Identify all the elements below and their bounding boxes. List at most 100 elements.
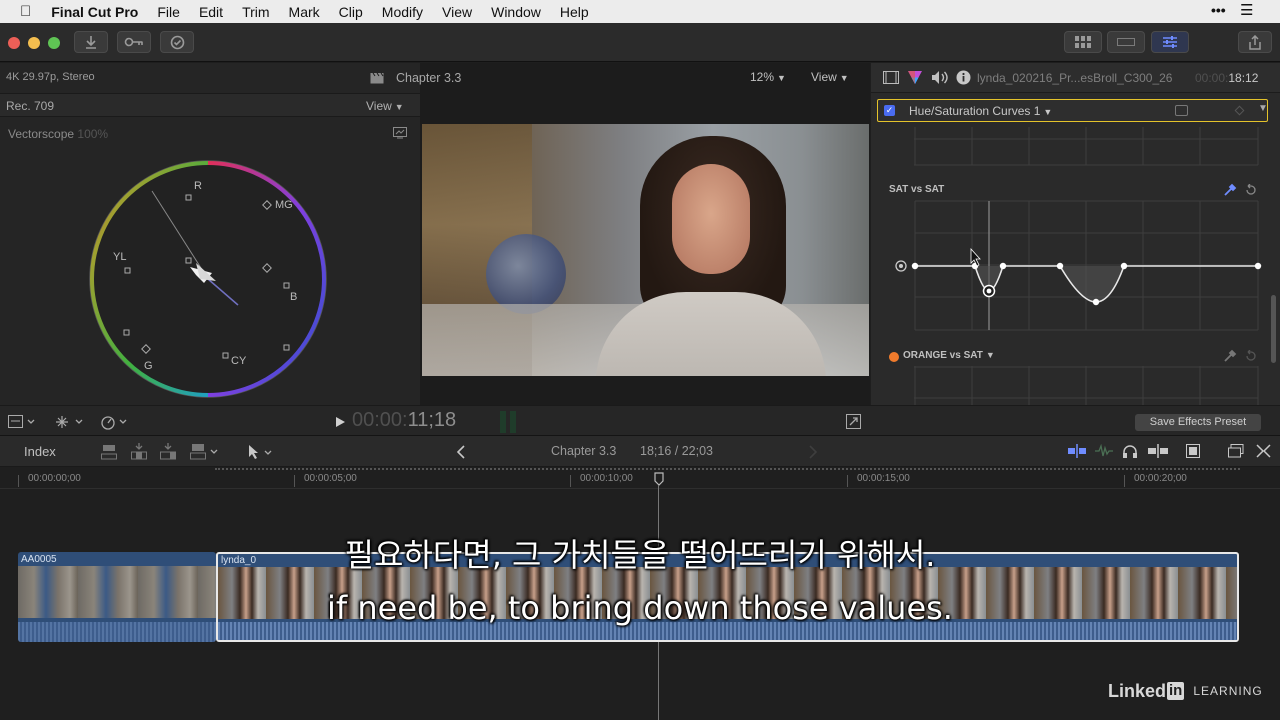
curve2-label[interactable]: ORANGE vs SAT ▼ bbox=[903, 350, 995, 361]
back-arrow-icon[interactable] bbox=[456, 445, 466, 459]
watermark-brand-box: in bbox=[1167, 682, 1185, 700]
display-options-icon[interactable] bbox=[8, 415, 36, 429]
save-effects-preset-button[interactable]: Save Effects Preset bbox=[1135, 414, 1261, 431]
watermark-suffix: LEARNING bbox=[1193, 684, 1263, 698]
import-button[interactable] bbox=[74, 31, 108, 53]
transport-bar: 00:00:11;18 Save Effects Preset bbox=[0, 405, 1280, 436]
ruler-mark-20: 00:00:20;00 bbox=[1134, 473, 1187, 484]
timeline-position: 18;16 / 22;03 bbox=[640, 444, 713, 458]
ruler-mark-15: 00:00:15;00 bbox=[857, 473, 910, 484]
timeline-ruler[interactable]: 00:00:00;00 00:00:05;00 00:00:10;00 00:0… bbox=[0, 467, 1280, 489]
inspector-panel: lynda_020216_Pr...esBroll_C300_26 00:00:… bbox=[871, 63, 1280, 405]
menu-edit[interactable]: Edit bbox=[199, 4, 223, 20]
browser-toggle-button[interactable] bbox=[1064, 31, 1102, 53]
menu-help[interactable]: Help bbox=[560, 4, 589, 20]
overwrite-clip-icon[interactable] bbox=[190, 443, 220, 461]
reset-icon[interactable] bbox=[1245, 184, 1257, 196]
ruler-dotted-line bbox=[215, 468, 1240, 470]
grid-icon bbox=[1075, 36, 1091, 48]
clip-appearance-icon[interactable] bbox=[1228, 444, 1244, 458]
menu-clip[interactable]: Clip bbox=[339, 4, 363, 20]
enhancements-icon[interactable] bbox=[100, 414, 130, 430]
clip-name: lynda_020216_Pr...esBroll_C300_26 bbox=[977, 71, 1173, 85]
connect-clip-icon[interactable] bbox=[101, 443, 117, 461]
minimize-window-button[interactable] bbox=[28, 37, 40, 49]
clip-duration: 00:00:18:12 bbox=[1195, 71, 1259, 85]
video-inspector-icon[interactable] bbox=[883, 71, 899, 84]
subtitle-english: if need be, to bring down those values. bbox=[327, 589, 953, 627]
zoom-window-button[interactable] bbox=[48, 37, 60, 49]
menu-modify[interactable]: Modify bbox=[382, 4, 423, 20]
timeline-icon bbox=[1117, 38, 1135, 46]
info-icon[interactable] bbox=[956, 70, 971, 85]
ruler-mark-10: 00:00:10;00 bbox=[580, 473, 633, 484]
index-button[interactable]: Index bbox=[24, 444, 56, 459]
list-icon[interactable]: ☰ bbox=[1240, 1, 1253, 19]
video-skimming-icon[interactable] bbox=[1068, 444, 1086, 458]
menu-file[interactable]: File bbox=[157, 4, 180, 20]
background-tasks-button[interactable] bbox=[160, 31, 194, 53]
inspector-scrollbar[interactable] bbox=[1271, 295, 1276, 363]
menu-trim[interactable]: Trim bbox=[242, 4, 269, 20]
viewer-zoom-menu[interactable]: 12% ▼ bbox=[750, 70, 786, 84]
share-icon bbox=[1249, 34, 1261, 50]
timeline-toggle-button[interactable] bbox=[1107, 31, 1145, 53]
reset-icon-2[interactable] bbox=[1245, 350, 1257, 362]
inspector-toggle-button[interactable] bbox=[1151, 31, 1189, 53]
forward-arrow-icon[interactable] bbox=[808, 445, 818, 459]
effect-name[interactable]: Hue/Saturation Curves 1 ▼ bbox=[909, 104, 1052, 118]
ruler-mark-0: 00:00:00;00 bbox=[28, 473, 81, 484]
effect-mask-icon[interactable] bbox=[1175, 105, 1188, 116]
select-tool-icon[interactable] bbox=[246, 443, 274, 461]
keyword-button[interactable] bbox=[117, 31, 151, 53]
close-window-button[interactable] bbox=[8, 37, 20, 49]
audio-inspector-icon[interactable] bbox=[931, 70, 948, 85]
transform-tools-icon[interactable] bbox=[54, 414, 86, 430]
audio-meter bbox=[500, 411, 520, 433]
share-button[interactable] bbox=[1238, 31, 1272, 53]
snapping-icon[interactable] bbox=[1186, 444, 1200, 458]
download-icon bbox=[86, 36, 96, 49]
viewer-timecode: 00:00:11;18 bbox=[352, 409, 457, 431]
play-icon[interactable] bbox=[335, 416, 346, 428]
fullscreen-icon[interactable] bbox=[846, 414, 861, 429]
scopes-panel: 4K 29.97p, Stereo Rec. 709 View ▼ Vectors… bbox=[0, 63, 420, 405]
clapper-icon bbox=[370, 72, 384, 84]
menu-bar:  Final Cut Pro File Edit Trim Mark Clip… bbox=[0, 0, 1280, 23]
effect-expand-icon[interactable]: ▼ bbox=[1258, 103, 1268, 114]
viewer-panel: Chapter 3.3 12% ▼ View ▼ bbox=[370, 63, 870, 405]
sliders-icon bbox=[1163, 36, 1177, 48]
bg-vase bbox=[486, 234, 566, 314]
more-icon[interactable]: ••• bbox=[1211, 2, 1226, 18]
scope-markers bbox=[124, 194, 290, 359]
menu-view[interactable]: View bbox=[442, 4, 472, 20]
menu-mark[interactable]: Mark bbox=[289, 4, 320, 20]
viewer-title: Chapter 3.3 bbox=[396, 71, 462, 85]
linkedin-learning-watermark: Linked in LEARNING bbox=[1108, 680, 1263, 702]
eyedropper-icon[interactable] bbox=[1223, 183, 1237, 197]
effect-header[interactable]: ✓ Hue/Saturation Curves 1 ▼ ▼ bbox=[877, 99, 1268, 122]
curve1-label: SAT vs SAT bbox=[889, 184, 945, 195]
timeline-title: Chapter 3.3 bbox=[551, 444, 617, 458]
append-clip-icon[interactable] bbox=[160, 443, 176, 461]
effect-keyframe-icon[interactable] bbox=[1234, 105, 1245, 116]
apple-icon[interactable]:  bbox=[20, 3, 31, 20]
timeline-toolbar: Index Chapter 3.3 18;16 / 22;03 bbox=[0, 436, 1280, 467]
viewer-view-menu[interactable]: View ▼ bbox=[811, 70, 849, 84]
solo-icon[interactable] bbox=[1148, 444, 1168, 458]
insert-clip-icon[interactable] bbox=[131, 443, 147, 461]
menu-window[interactable]: Window bbox=[491, 4, 541, 20]
person-face bbox=[672, 164, 750, 274]
headphones-icon[interactable] bbox=[1122, 444, 1138, 459]
color-inspector-icon[interactable] bbox=[907, 70, 923, 85]
watermark-brand: Linked bbox=[1108, 680, 1167, 701]
audio-skimming-icon[interactable] bbox=[1095, 444, 1113, 458]
effect-enable-checkbox[interactable]: ✓ bbox=[884, 105, 895, 116]
effects-browser-icon[interactable] bbox=[1256, 444, 1271, 458]
curve-grid-bottom bbox=[914, 366, 1259, 405]
sat-vs-sat-curve[interactable] bbox=[891, 199, 1266, 333]
toolbar bbox=[0, 23, 1280, 62]
menu-app-name[interactable]: Final Cut Pro bbox=[51, 4, 138, 20]
playhead-handle[interactable] bbox=[654, 472, 664, 486]
eyedropper-icon-2[interactable] bbox=[1223, 349, 1237, 363]
